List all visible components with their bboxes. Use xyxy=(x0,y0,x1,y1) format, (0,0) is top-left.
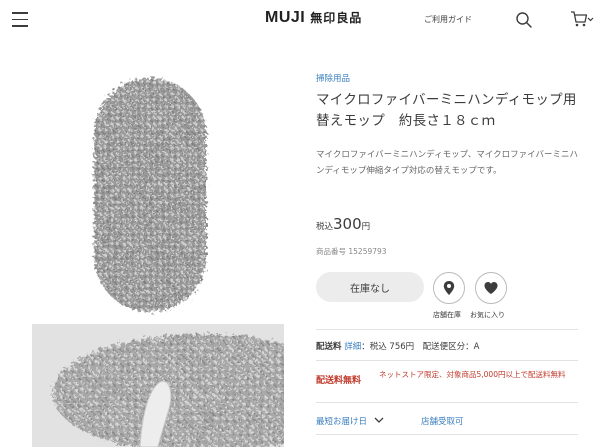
cart-icon[interactable] xyxy=(570,10,594,28)
product-code: 商品番号 15259793 xyxy=(316,247,387,256)
store-stock-caption: 店舗在庫 xyxy=(433,311,461,319)
out-of-stock-button[interactable]: 在庫なし xyxy=(316,272,424,302)
product-image-detail[interactable] xyxy=(32,324,284,447)
free-shipping-title: 配送料無料 xyxy=(316,376,362,386)
shipping-text: ：税込 756円 配送便区分：A xyxy=(361,342,480,352)
chevron-down-icon xyxy=(374,417,384,423)
divider xyxy=(316,329,578,330)
price-tax-label: 税込 xyxy=(316,222,334,232)
muji-logo[interactable]: MUJI 無印良品 xyxy=(265,9,362,27)
logo-text-jp: 無印良品 xyxy=(310,11,363,25)
favorite-button[interactable] xyxy=(475,272,507,304)
site-header: MUJI 無印良品 ご利用ガイド xyxy=(0,0,600,40)
price-unit: 円 xyxy=(361,222,371,232)
free-shipping-note: ネットストア限定、対象商品5,000円以上で配送料無料 xyxy=(379,370,566,379)
map-pin-icon xyxy=(443,281,455,295)
product-description: マイクロファイバーミニハンディモップ、マイクロファイバーミニハンディモップ伸縮タ… xyxy=(316,150,578,176)
logo-text-en: MUJI xyxy=(265,9,306,26)
guide-link[interactable]: ご利用ガイド xyxy=(424,14,472,25)
search-icon[interactable] xyxy=(515,11,533,29)
product-image-main[interactable] xyxy=(32,56,284,316)
menu-icon[interactable] xyxy=(12,12,28,27)
price-value: 300 xyxy=(333,215,362,233)
fastest-delivery-label: 最短お届け日 xyxy=(316,417,368,427)
heart-icon xyxy=(484,282,498,294)
fastest-delivery-toggle[interactable]: 最短お届け日 xyxy=(316,415,384,427)
store-pickup-link[interactable]: 店舗受取可 xyxy=(421,415,464,427)
category-link[interactable]: 掃除用品 xyxy=(316,72,350,84)
shipping-label: 配送料 xyxy=(316,342,342,352)
shipping-info: 配送料 詳細：税込 756円 配送便区分：A xyxy=(316,340,479,352)
favorite-caption: お気に入り xyxy=(470,311,505,319)
shipping-detail-link[interactable]: 詳細 xyxy=(344,342,361,352)
divider xyxy=(316,360,578,361)
product-title: マイクロファイバーミニハンディモップ用替えモップ 約長さ１８ｃｍ xyxy=(316,92,577,129)
divider xyxy=(316,402,578,403)
product-price: 税込300円 xyxy=(316,214,370,233)
divider xyxy=(316,434,578,435)
store-stock-button[interactable] xyxy=(433,272,465,304)
